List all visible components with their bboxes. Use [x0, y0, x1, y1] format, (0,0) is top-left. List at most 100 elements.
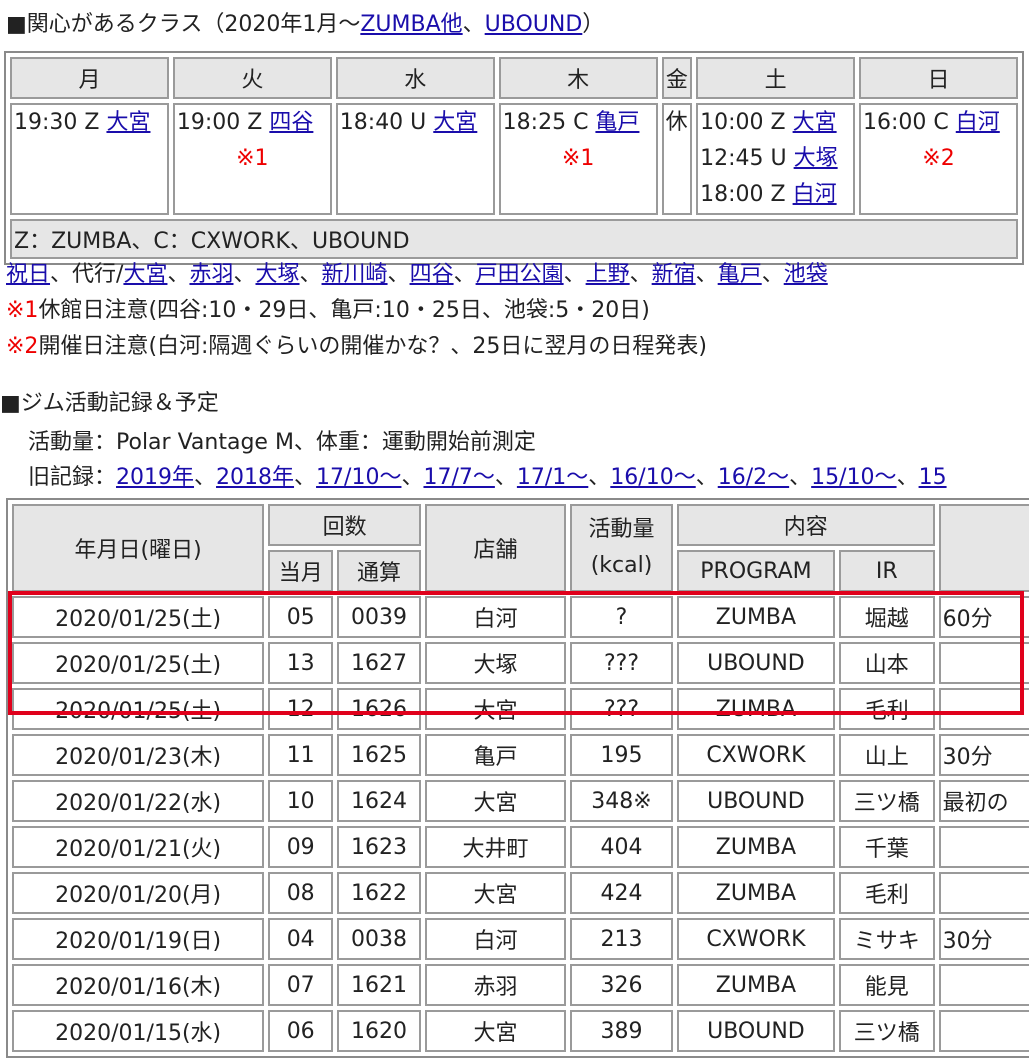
substitute-location-link[interactable]: 大宮 [123, 262, 167, 287]
separator: 、 [588, 465, 611, 490]
cell-month: 09 [268, 826, 334, 868]
col-ir: IR [839, 550, 935, 592]
location-link[interactable]: 大宮 [433, 110, 477, 135]
history-link[interactable]: 17/1～ [517, 465, 588, 490]
day-cell: 休 [661, 103, 693, 215]
note-1: ※1休館日注意(四谷:10・29日、亀戸:10・25日、池袋:5・20日) [6, 296, 650, 326]
history-link[interactable]: 15 [919, 465, 947, 490]
class-slot: 休 [666, 105, 689, 141]
substitute-location-link[interactable]: 上野 [586, 262, 630, 287]
ubound-link[interactable]: UBOUND [485, 12, 583, 37]
closure-note-mark: ※1 [236, 146, 269, 171]
cell-date: 2020/01/23(木) [12, 734, 265, 776]
cell-month: 08 [268, 872, 334, 914]
class-slot: 18:40 U 大宮 [340, 105, 491, 141]
cell-note: 30分 [938, 918, 1029, 960]
table-row: 2020/01/25(土) 12 1626 大宮??? ZUMBA 毛利 [12, 688, 1029, 730]
separator: 、 [761, 262, 784, 287]
cell-kcal: ??? [570, 642, 673, 684]
col-month: 当月 [268, 550, 334, 592]
cell-total: 1624 [337, 780, 421, 822]
table-row: 2020/01/16(木) 07 1621 赤羽 326 ZUMBA 能見 [12, 964, 1029, 1006]
cell-date: 2020/01/25(土) [12, 642, 265, 684]
history-link[interactable]: 17/7～ [423, 465, 494, 490]
cell-store: 大塚 [424, 642, 567, 684]
day-cell: 19:00 Z 四谷 ※1 [172, 103, 332, 215]
history-link[interactable]: 16/10～ [610, 465, 695, 490]
cell-store: 白河 [424, 918, 567, 960]
history-link[interactable]: 16/2～ [718, 465, 789, 490]
cell-month: 11 [268, 734, 334, 776]
gym-body: 2020/01/25(土) 05 0039 白河? ZUMBA 堀越 60分 2020/01/… [12, 596, 1029, 1052]
substitute-location-link[interactable]: 赤羽 [189, 262, 233, 287]
location-link[interactable]: 白河 [793, 182, 837, 207]
cell-month: 07 [268, 964, 334, 1006]
schedule-body-row: 19:30 Z 大宮 19:00 Z 四谷 ※1 18:40 U 大宮 18:25 C … [10, 103, 1018, 215]
cell-program: ZUMBA [676, 826, 836, 868]
location-link[interactable]: 大塚 [794, 146, 838, 171]
separator: 、 [462, 12, 485, 37]
history-link[interactable]: 17/10～ [316, 465, 401, 490]
cell-program: UBOUND [676, 780, 836, 822]
holiday-link[interactable]: 祝日 [6, 262, 50, 287]
separator: 、 [695, 262, 718, 287]
history-link[interactable]: 2019年 [116, 465, 194, 490]
day-header: 火 [172, 57, 332, 99]
table-row: 2020/01/23(木) 11 1625 亀戸 195 CXWORK 山上 30分 [12, 734, 1029, 776]
cell-note [938, 826, 1029, 868]
cell-note: 60分 [938, 596, 1029, 638]
cell-total: 1627 [337, 642, 421, 684]
class-slot: 12:45 U 大塚 [700, 141, 851, 177]
separator: 、 [563, 262, 586, 287]
cell-program: CXWORK [676, 734, 836, 776]
zumba-link[interactable]: ZUMBA他 [360, 12, 462, 37]
day-header: 木 [498, 57, 658, 99]
substitute-location-link[interactable]: 戸田公園 [476, 262, 564, 287]
cell-kcal: 326 [570, 964, 673, 1006]
cell-date: 2020/01/20(月) [12, 872, 265, 914]
separator: 、 [299, 262, 322, 287]
separator: 、 [494, 465, 517, 490]
location-link[interactable]: 四谷 [269, 110, 313, 135]
substitute-location-link[interactable]: 亀戸 [718, 262, 762, 287]
day-header: 金 [661, 57, 693, 99]
cell-program: UBOUND [676, 642, 836, 684]
location-link[interactable]: 白河 [956, 110, 1000, 135]
substitute-location-link[interactable]: 新川崎 [322, 262, 388, 287]
cell-total: 1621 [337, 964, 421, 1006]
kcal-label: 活動量 [588, 517, 655, 542]
cell-ir: ミサキ [839, 918, 935, 960]
cell-kcal: 348※ [570, 780, 673, 822]
class-slot: 18:25 C 亀戸 [503, 105, 654, 141]
cell-store: 大宮 [424, 688, 567, 730]
separator: 、 [387, 262, 410, 287]
separator: 、 [453, 262, 476, 287]
substitute-location-link[interactable]: 新宿 [652, 262, 696, 287]
substitute-location-link[interactable]: 池袋 [784, 262, 828, 287]
table-row: 2020/01/20(月) 08 1622 大宮 424 ZUMBA 毛利 [12, 872, 1029, 914]
cell-ir: 山上 [839, 734, 935, 776]
heading-suffix: ） [582, 12, 605, 37]
class-time: 18:25 C [502, 110, 596, 135]
substitute-location-link[interactable]: 大塚 [256, 262, 300, 287]
class-time: 18:00 Z [700, 182, 793, 207]
location-link[interactable]: 亀戸 [595, 110, 639, 135]
cell-kcal: ??? [570, 688, 673, 730]
cell-program: CXWORK [676, 918, 836, 960]
class-time: 休 [665, 110, 688, 135]
substitute-location-link[interactable]: 四谷 [410, 262, 454, 287]
cell-total: 0038 [337, 918, 421, 960]
separator: 、 [401, 465, 424, 490]
cell-date: 2020/01/22(水) [12, 780, 265, 822]
location-link[interactable]: 大宮 [106, 110, 150, 135]
history-link[interactable]: 2018年 [216, 465, 294, 490]
class-slot: 19:00 Z 四谷 [177, 105, 328, 141]
col-kcal: 活動量 (kcal) [570, 504, 673, 592]
location-link[interactable]: 大宮 [793, 110, 837, 135]
history-link[interactable]: 15/10～ [811, 465, 896, 490]
cell-kcal: ? [570, 596, 673, 638]
class-time: 12:45 U [700, 146, 794, 171]
day-header: 月 [10, 57, 169, 99]
cell-date: 2020/01/25(土) [12, 688, 265, 730]
substitute-line: 祝日、代行/大宮、赤羽、大塚、新川崎、四谷、戸田公園、上野、新宿、亀戸、池袋 [6, 260, 828, 290]
